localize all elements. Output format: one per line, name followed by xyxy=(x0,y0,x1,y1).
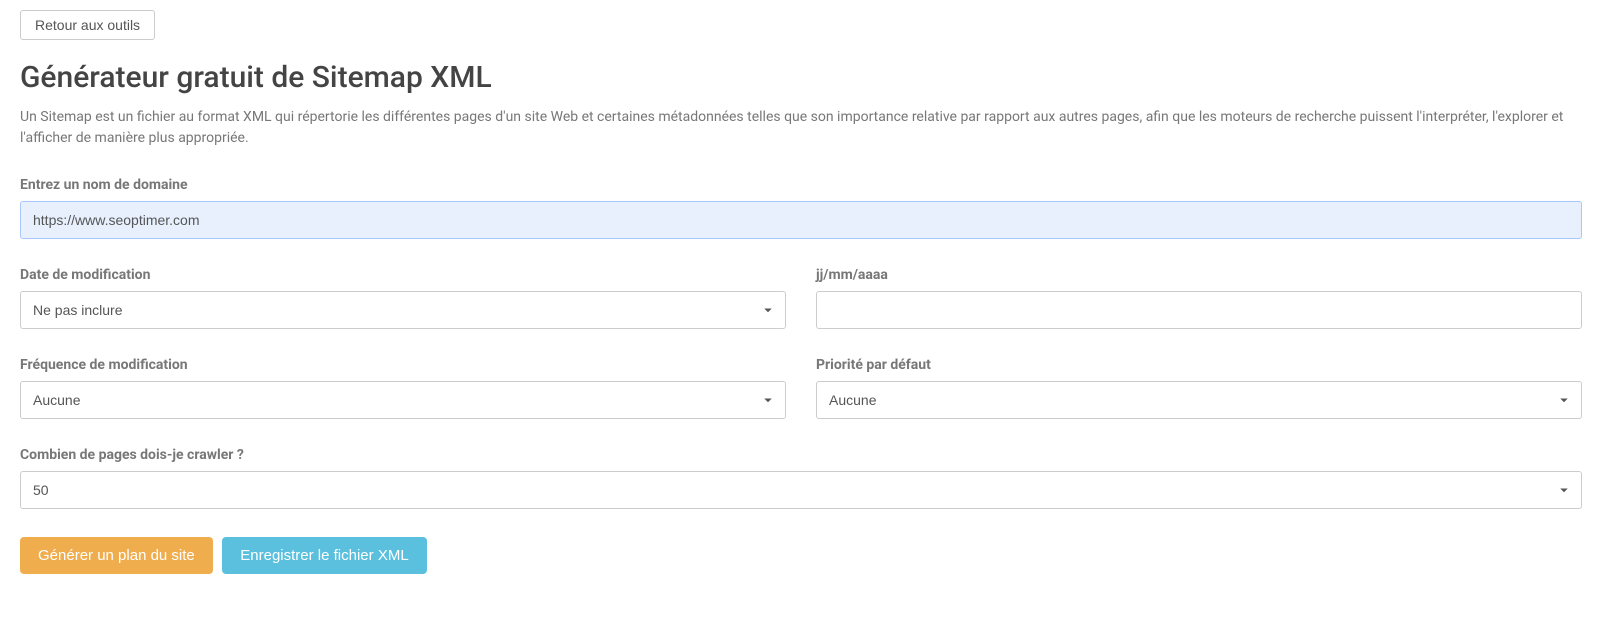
page-description: Un Sitemap est un fichier au format XML … xyxy=(20,107,1582,149)
save-xml-button[interactable]: Enregistrer le fichier XML xyxy=(222,537,426,574)
priority-label: Priorité par défaut xyxy=(816,357,1582,373)
date-format-label: jj/mm/aaaa xyxy=(816,267,1582,283)
page-title: Générateur gratuit de Sitemap XML xyxy=(20,58,1582,97)
back-to-tools-button[interactable]: Retour aux outils xyxy=(20,10,155,40)
priority-select[interactable]: Aucune xyxy=(816,381,1582,419)
crawl-pages-select[interactable]: 50 xyxy=(20,471,1582,509)
domain-label: Entrez un nom de domaine xyxy=(20,177,1582,193)
domain-input[interactable] xyxy=(20,201,1582,239)
change-freq-select[interactable]: Aucune xyxy=(20,381,786,419)
mod-date-label: Date de modification xyxy=(20,267,786,283)
crawl-pages-label: Combien de pages dois-je crawler ? xyxy=(20,447,1582,463)
mod-date-select[interactable]: Ne pas inclure xyxy=(20,291,786,329)
date-format-input[interactable] xyxy=(816,291,1582,329)
change-freq-label: Fréquence de modification xyxy=(20,357,786,373)
generate-sitemap-button[interactable]: Générer un plan du site xyxy=(20,537,213,574)
